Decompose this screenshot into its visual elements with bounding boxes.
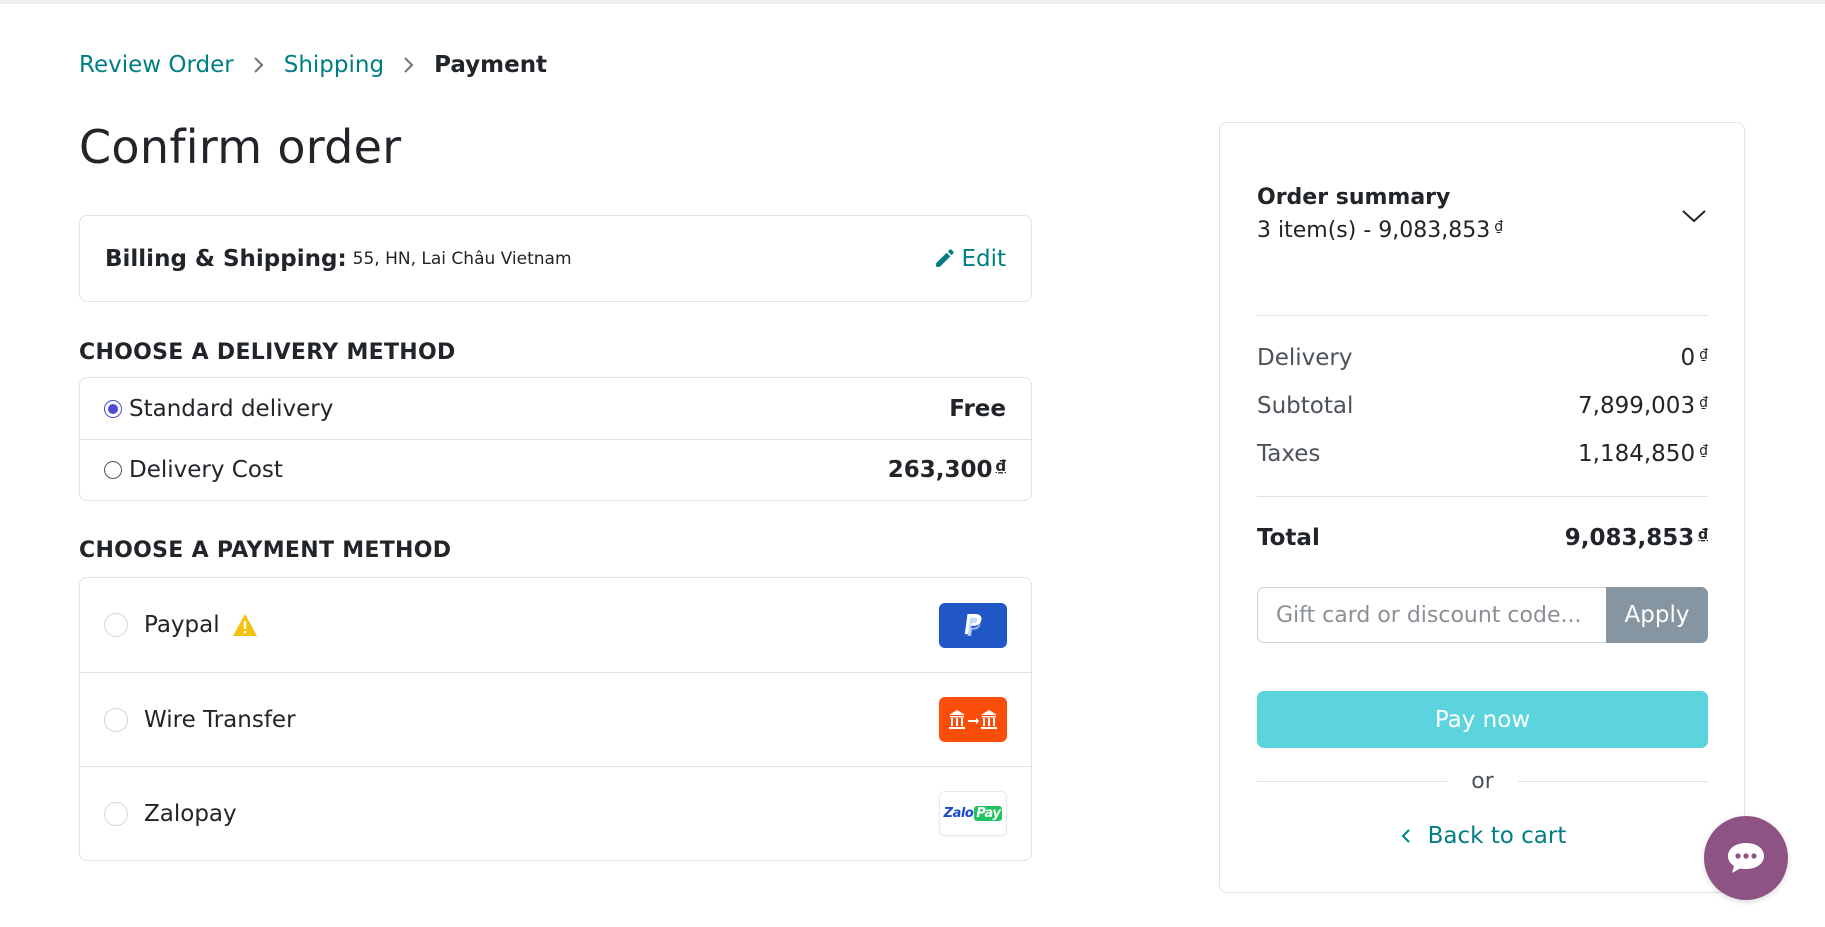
- billing-label: Billing & Shipping:: [105, 245, 347, 272]
- payment-radio-wire-transfer[interactable]: [104, 707, 128, 732]
- pay-now-button[interactable]: Pay now: [1257, 691, 1708, 748]
- back-to-cart-link[interactable]: Back to cart: [1220, 823, 1746, 849]
- pencil-icon: [936, 249, 955, 267]
- summary-line-taxes: Taxes 1,184,850 ₫: [1257, 441, 1708, 467]
- delivery-radio-standard[interactable]: [104, 399, 122, 418]
- breadcrumb-review-order[interactable]: Review Order: [79, 52, 234, 78]
- divider: [1257, 496, 1708, 497]
- billing-shipping-box: Billing & Shipping: 55, HN, Lai Châu Vie…: [79, 215, 1032, 302]
- or-separator: or: [1257, 769, 1709, 794]
- payment-methods: Paypal Wire Transfer Zalopay Zalo Pay: [79, 577, 1032, 861]
- order-summary-count: 3 item(s) - 9,083,853 ₫: [1257, 218, 1504, 243]
- paypal-logo-icon: [939, 602, 1007, 648]
- currency-symbol: ₫: [1494, 219, 1504, 235]
- divider: [1257, 315, 1708, 316]
- payment-section-title: CHOOSE A PAYMENT METHOD: [79, 538, 452, 563]
- delivery-option-cost[interactable]: Delivery Cost 263,300 ₫: [80, 439, 1031, 500]
- coupon-form: Apply: [1257, 587, 1708, 643]
- page-title: Confirm order: [79, 120, 402, 174]
- bank-transfer-icon: [939, 697, 1007, 742]
- order-summary-panel: Order summary 3 item(s) - 9,083,853 ₫ Del…: [1219, 122, 1745, 893]
- payment-option-label: Zalopay: [144, 800, 237, 827]
- order-summary-header[interactable]: Order summary 3 item(s) - 9,083,853 ₫: [1257, 185, 1503, 243]
- delivery-option-label: Delivery Cost: [129, 457, 283, 483]
- delivery-option-standard[interactable]: Standard delivery Free: [80, 378, 1031, 439]
- breadcrumb-payment: Payment: [434, 52, 548, 78]
- chevron-right-icon: [234, 56, 284, 74]
- delivery-option-price: 263,300 ₫: [887, 457, 1006, 483]
- summary-line-subtotal: Subtotal 7,899,003 ₫: [1257, 393, 1708, 419]
- summary-line-total: Total 9,083,853 ₫: [1257, 525, 1708, 551]
- payment-option-paypal[interactable]: Paypal: [80, 578, 1031, 672]
- summary-line-delivery: Delivery 0 ₫: [1257, 345, 1708, 371]
- payment-radio-paypal[interactable]: [104, 613, 128, 637]
- payment-option-label: Paypal: [144, 612, 220, 638]
- zalopay-logo-icon: Zalo Pay: [939, 791, 1007, 836]
- delivery-methods: Standard delivery Free Delivery Cost 263…: [79, 377, 1032, 501]
- breadcrumb-shipping[interactable]: Shipping: [284, 52, 384, 78]
- top-border: [0, 0, 1825, 4]
- delivery-section-title: CHOOSE A DELIVERY METHOD: [79, 340, 456, 365]
- edit-address-button[interactable]: Edit: [934, 246, 1006, 272]
- chevron-down-icon[interactable]: [1681, 208, 1707, 224]
- delivery-radio-cost[interactable]: [104, 461, 122, 479]
- warning-icon: [232, 614, 257, 636]
- breadcrumb: Review Order Shipping Payment: [79, 52, 547, 78]
- chevron-left-icon: [1401, 829, 1410, 843]
- order-summary-title: Order summary: [1257, 185, 1451, 210]
- billing-address: 55, HN, Lai Châu Vietnam: [352, 248, 572, 269]
- payment-option-wire-transfer[interactable]: Wire Transfer: [80, 672, 1031, 766]
- payment-option-label: Wire Transfer: [144, 706, 296, 733]
- chat-icon: [1728, 843, 1764, 873]
- discount-code-input[interactable]: [1257, 587, 1606, 643]
- payment-option-zalopay[interactable]: Zalopay Zalo Pay: [80, 766, 1031, 860]
- edit-label: Edit: [961, 245, 1006, 272]
- payment-radio-zalopay[interactable]: [104, 801, 128, 826]
- currency-symbol: ₫: [995, 457, 1006, 475]
- delivery-option-price: Free: [949, 395, 1006, 422]
- live-chat-button[interactable]: [1704, 816, 1788, 900]
- chevron-right-icon: [384, 56, 434, 74]
- delivery-option-label: Standard delivery: [129, 395, 334, 422]
- apply-button[interactable]: Apply: [1606, 587, 1708, 643]
